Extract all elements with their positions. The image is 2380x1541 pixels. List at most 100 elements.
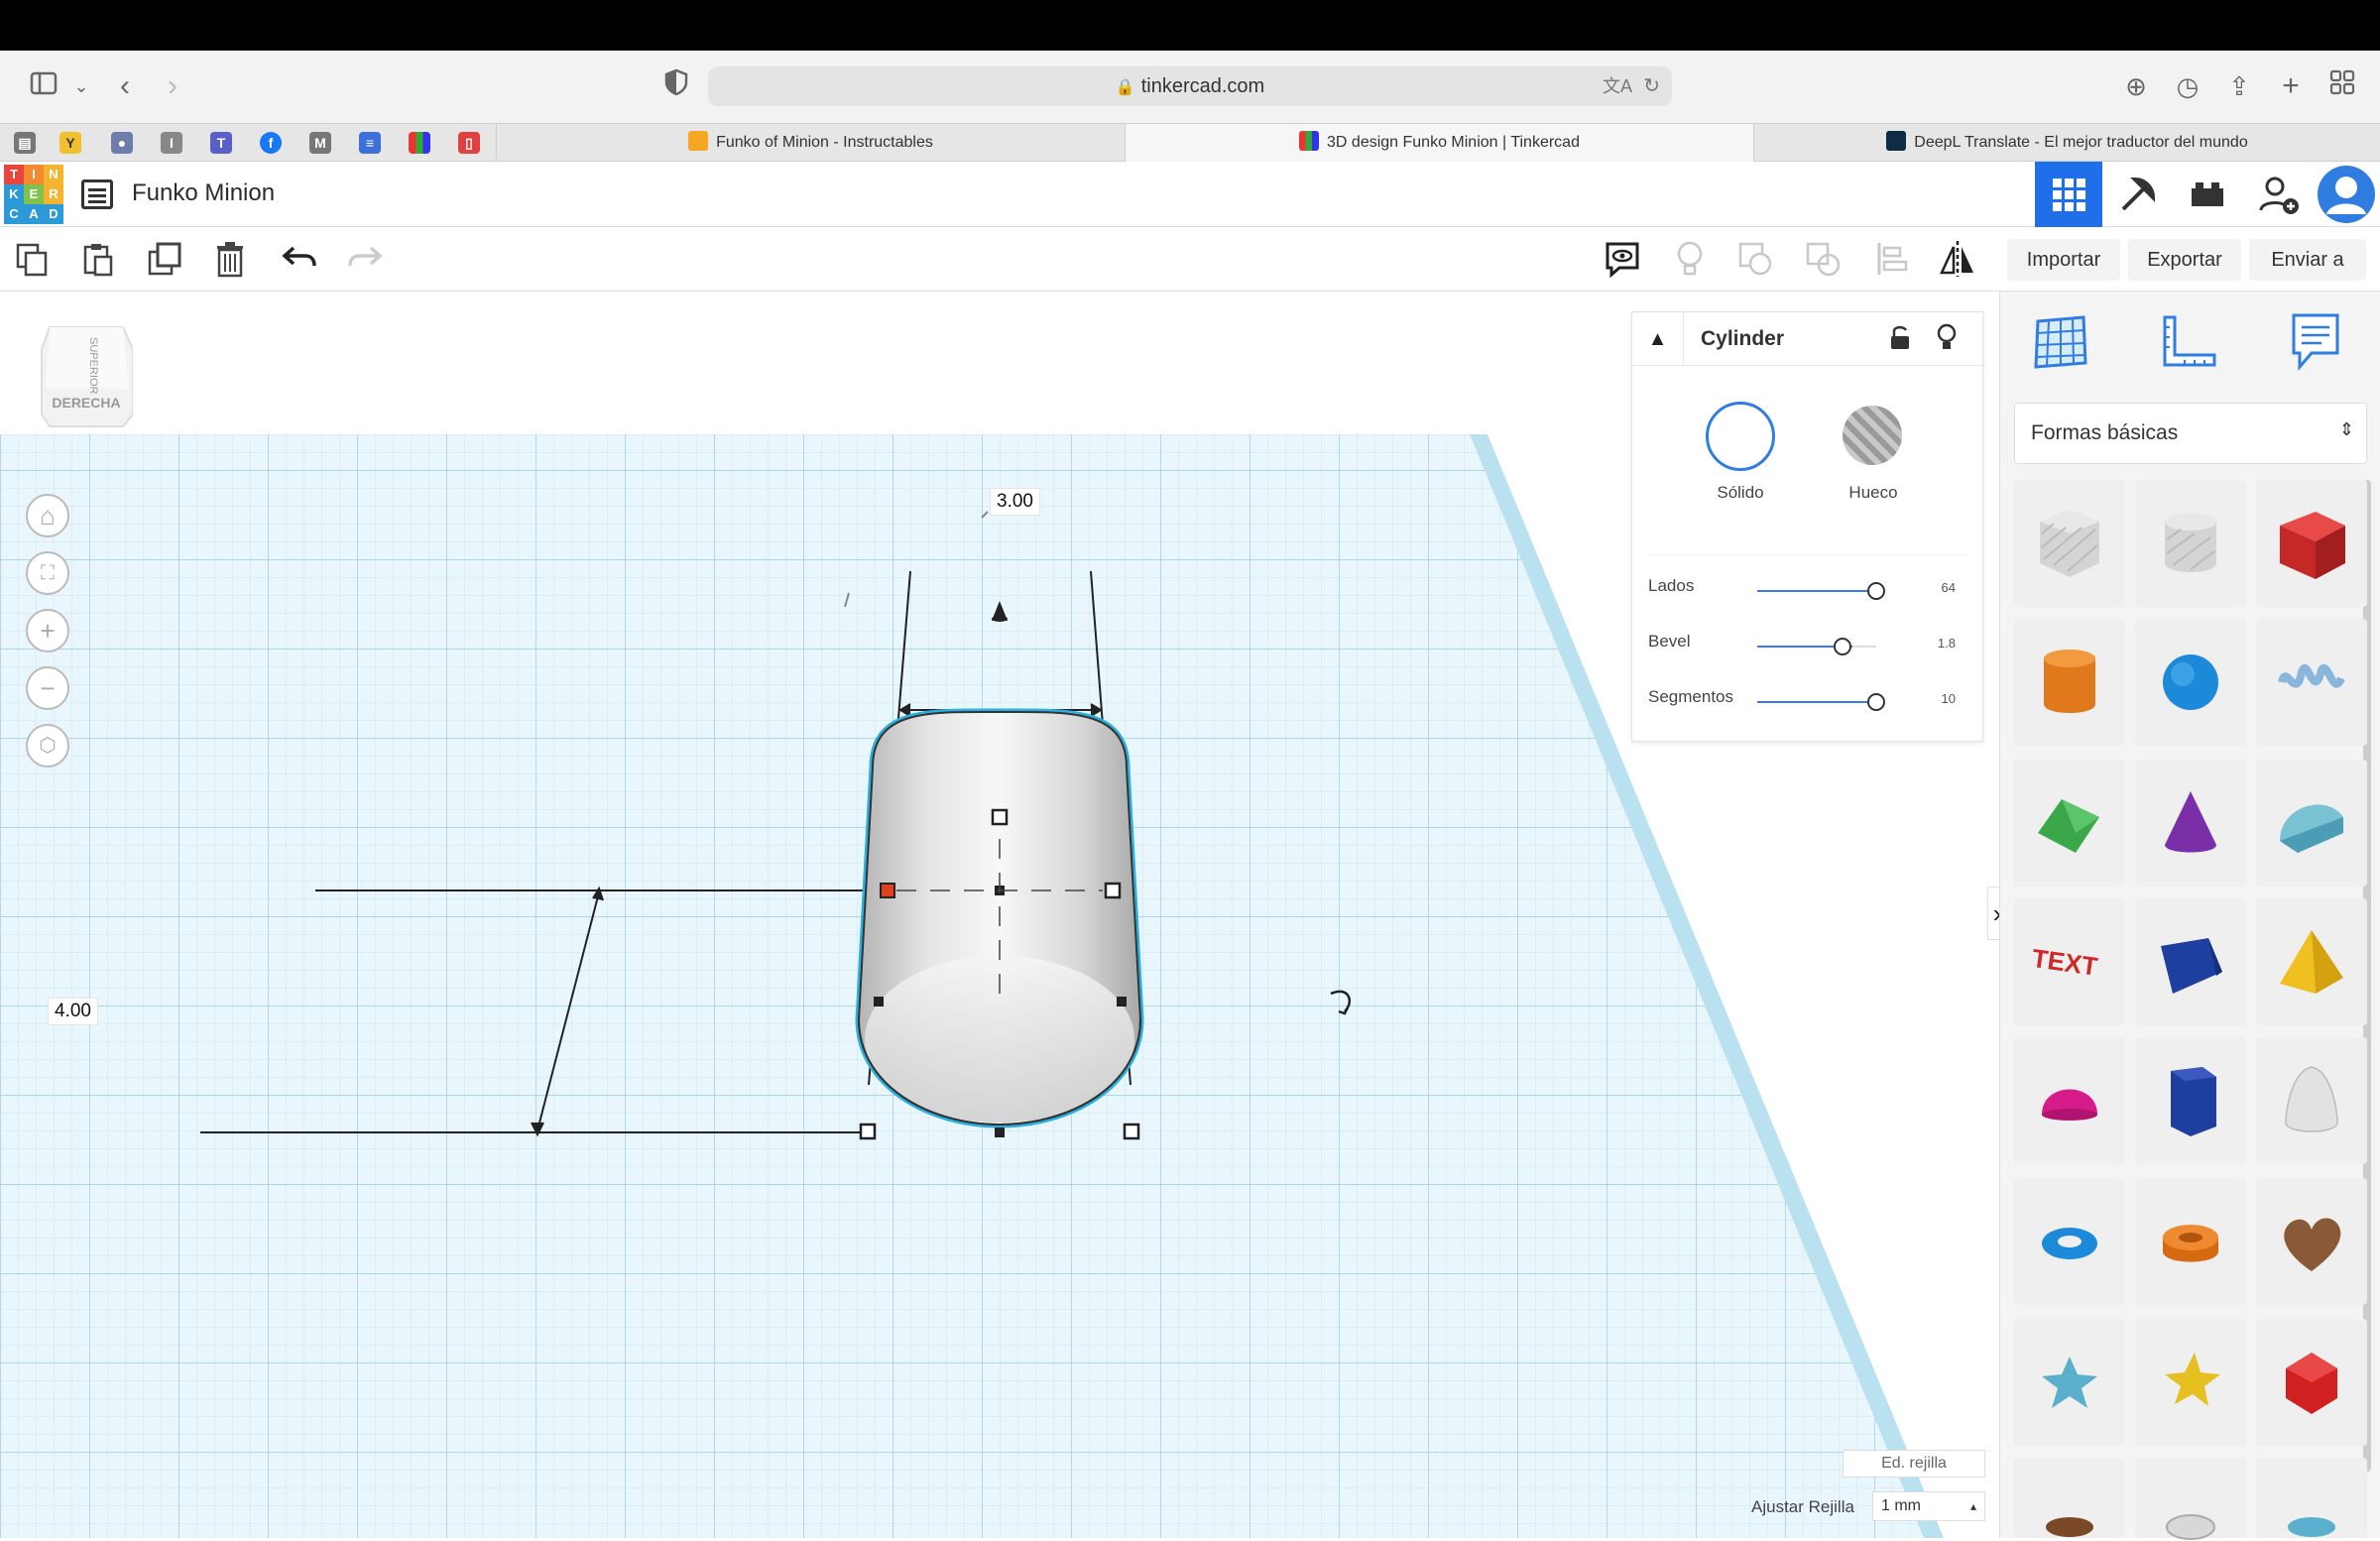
ungroup-button[interactable]: [1803, 239, 1843, 279]
mirror-button[interactable]: [1938, 239, 1977, 279]
edit-grid-button[interactable]: Ed. rejilla: [1843, 1450, 1985, 1478]
bookmark-home-icon[interactable]: ▤: [14, 132, 36, 154]
shape-name[interactable]: Cylinder: [1701, 327, 1784, 351]
shape-polygon[interactable]: [2135, 1037, 2246, 1164]
shape-scribble[interactable]: [2256, 619, 2367, 746]
segments-slider[interactable]: Segmentos 10: [1648, 687, 1965, 717]
view-cube[interactable]: SUPERIOR DERECHA: [40, 319, 134, 428]
slider-knob[interactable]: [1834, 638, 1851, 655]
align-button[interactable]: [1872, 239, 1912, 279]
bookmark-teams-icon[interactable]: T: [210, 132, 232, 154]
bookmark-m-icon[interactable]: M: [309, 132, 331, 154]
tab-overview-icon[interactable]: [2324, 68, 2360, 104]
home-view-button[interactable]: ⌂: [26, 494, 69, 537]
download-icon[interactable]: ⊕: [2118, 68, 2154, 104]
perspective-button[interactable]: ⬡: [26, 724, 69, 768]
shape-cylinder[interactable]: [2014, 619, 2125, 746]
shield-icon[interactable]: [658, 68, 694, 104]
invite-user-button[interactable]: [2245, 162, 2313, 227]
user-avatar[interactable]: [2313, 162, 2380, 227]
depth-dimension-label[interactable]: 4.00: [48, 998, 98, 1025]
shape-star-yellow[interactable]: [2135, 1319, 2246, 1446]
slider-knob[interactable]: [1867, 693, 1885, 711]
shape-pyramid[interactable]: [2256, 898, 2367, 1025]
shape-roof[interactable]: [2014, 760, 2125, 887]
ruler-tool-icon[interactable]: [2159, 313, 2218, 376]
new-tab-icon[interactable]: +: [2273, 68, 2309, 104]
export-button[interactable]: Exportar: [2128, 239, 2241, 281]
bookmark-tinkercad-icon[interactable]: [409, 132, 430, 154]
shape-wedge[interactable]: [2135, 898, 2246, 1025]
lock-icon[interactable]: [1888, 324, 1912, 357]
solid-color-button[interactable]: [1706, 402, 1775, 471]
redo-button[interactable]: [345, 239, 385, 279]
bevel-slider[interactable]: Bevel 1.8: [1648, 632, 1965, 661]
snap-grid-select[interactable]: 1 mm ▴: [1872, 1491, 1985, 1521]
bookmark-docs-icon[interactable]: ≡: [359, 132, 381, 154]
shape-teal[interactable]: [2256, 1458, 2367, 1538]
shape-cone[interactable]: [2135, 760, 2246, 887]
undo-button[interactable]: [280, 239, 319, 279]
shape-torus[interactable]: [2014, 1178, 2125, 1305]
bookmark-facebook-icon[interactable]: f: [260, 132, 282, 154]
light-button[interactable]: [1670, 239, 1710, 279]
shape-ring[interactable]: [2014, 1458, 2125, 1538]
bookmark-bug-icon[interactable]: ●: [111, 132, 133, 154]
shape-round-roof[interactable]: [2256, 760, 2367, 887]
width-dimension-label[interactable]: 3.00: [990, 488, 1040, 516]
visibility-lightbulb-icon[interactable]: [1936, 323, 1958, 358]
delete-button[interactable]: [210, 239, 250, 279]
share-icon[interactable]: ⇪: [2221, 68, 2257, 104]
shape-tube-grey[interactable]: [2135, 1458, 2246, 1540]
bricks-button[interactable]: [2174, 162, 2241, 227]
sides-slider[interactable]: Lados 64: [1648, 576, 1965, 606]
duplicate-button[interactable]: [145, 239, 184, 279]
shape-box-hole[interactable]: [2014, 480, 2125, 607]
tab-instructables[interactable]: Funko of Minion - Instructables: [496, 124, 1125, 162]
3d-view-grid-button[interactable]: [2035, 162, 2102, 227]
send-to-button[interactable]: Enviar a: [2249, 239, 2366, 281]
copy-button[interactable]: [12, 239, 52, 279]
forward-icon[interactable]: ›: [155, 68, 190, 104]
fit-view-button[interactable]: ⛶: [26, 551, 69, 595]
design-list-icon[interactable]: [81, 179, 113, 209]
tinkercad-logo[interactable]: T I N K E R C A D: [4, 165, 63, 224]
zoom-in-button[interactable]: +: [26, 609, 69, 652]
shape-tube[interactable]: [2135, 1178, 2246, 1305]
panel-collapse-toggle[interactable]: ›: [1987, 887, 1999, 940]
shape-icosahedron[interactable]: [2256, 1319, 2367, 1446]
import-button[interactable]: Importar: [2007, 239, 2120, 281]
back-icon[interactable]: ‹: [107, 68, 143, 104]
shape-half-sphere[interactable]: [2014, 1037, 2125, 1164]
shape-box[interactable]: [2256, 480, 2367, 607]
reload-icon[interactable]: ↻: [1643, 66, 1660, 106]
bookmark-y-icon[interactable]: Y: [60, 132, 81, 154]
shape-cylinder-hole[interactable]: [2135, 480, 2246, 607]
group-button[interactable]: [1735, 239, 1775, 279]
zoom-out-button[interactable]: −: [26, 666, 69, 710]
notes-button[interactable]: [1603, 239, 1642, 279]
tab-deepl[interactable]: DeepL Translate - El mejor traductor del…: [1753, 124, 2380, 162]
shape-sphere[interactable]: [2135, 619, 2246, 746]
slider-knob[interactable]: [1867, 582, 1885, 600]
blocks-button[interactable]: [2104, 162, 2172, 227]
collapse-inspector-button[interactable]: ▲: [1632, 312, 1684, 366]
shape-star[interactable]: [2014, 1319, 2125, 1446]
sidebar-toggle-icon[interactable]: [26, 68, 61, 104]
translate-icon[interactable]: 文A: [1603, 66, 1632, 106]
tab-tinkercad[interactable]: 3D design Funko Minion | Tinkercad: [1125, 124, 1753, 162]
notes-tool-icon[interactable]: [2290, 311, 2341, 378]
history-icon[interactable]: ◷: [2170, 68, 2205, 104]
address-bar[interactable]: 🔒 tinkercad.com 文A ↻: [708, 66, 1672, 106]
paste-button[interactable]: [77, 239, 117, 279]
chevron-down-icon[interactable]: ⌄: [63, 68, 99, 104]
hole-button[interactable]: [1843, 406, 1902, 465]
shape-text[interactable]: TEXT: [2014, 898, 2125, 1025]
shape-category-select[interactable]: Formas básicas ⇕: [2014, 403, 2367, 464]
bookmark-i-icon[interactable]: I: [161, 132, 182, 154]
bookmark-book-icon[interactable]: ▯: [458, 132, 480, 154]
shape-paraboloid[interactable]: [2256, 1037, 2367, 1164]
workplane-tool-icon[interactable]: [2032, 313, 2089, 376]
project-title[interactable]: Funko Minion: [132, 179, 275, 207]
shape-heart[interactable]: [2256, 1178, 2367, 1305]
